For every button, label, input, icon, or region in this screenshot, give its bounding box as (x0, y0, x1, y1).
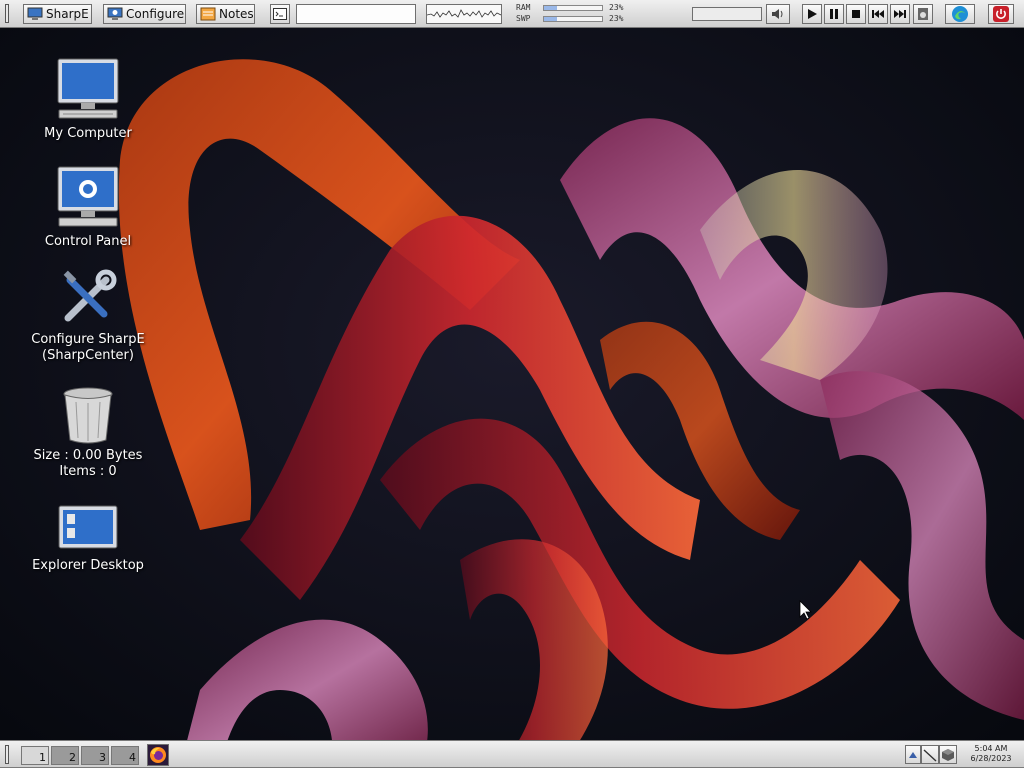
terminal-icon (273, 8, 287, 20)
control-panel-label: Control Panel (44, 234, 132, 249)
configure-label: Configure (126, 7, 185, 21)
configure-sharpe-sublabel: (SharpCenter) (42, 348, 134, 363)
desktop-icon-my-computer[interactable]: My Computer (23, 56, 153, 142)
clock[interactable]: 5:04 AM 6/28/2023 (966, 744, 1016, 764)
tray-expand-button[interactable] (905, 745, 921, 764)
next-icon (894, 10, 906, 18)
my-computer-label: My Computer (44, 126, 132, 141)
swp-label: SWP (516, 14, 531, 23)
firefox-button[interactable] (147, 744, 169, 766)
notes-icon (200, 7, 216, 21)
power-button[interactable] (988, 4, 1014, 24)
tray-app-button[interactable] (939, 745, 957, 764)
workspace-1[interactable]: 1 (21, 746, 49, 765)
play-icon (808, 9, 817, 19)
workspace-3[interactable]: 3 (81, 746, 109, 765)
desktop-icon-control-panel[interactable]: Control Panel (23, 164, 153, 250)
network-icon (923, 748, 937, 762)
firefox-icon (150, 747, 166, 763)
bottom-taskbar: 1 2 3 4 5:04 AM 6/28/2023 (0, 740, 1024, 768)
control-panel-icon (57, 166, 119, 227)
computer-icon (27, 7, 43, 20)
notes-button[interactable]: Notes (196, 4, 255, 24)
ram-label: RAM (516, 3, 531, 12)
previous-icon (872, 10, 884, 18)
terminal-button[interactable] (270, 4, 290, 24)
cpu-graph-line (426, 9, 502, 18)
media-player-icon (918, 8, 928, 20)
sharpe-menu-label: SharpE (46, 7, 89, 21)
bottom-bar-grip[interactable] (5, 745, 9, 764)
recycle-bin-items: Items : 0 (59, 464, 117, 479)
desktop-icon-configure-sharpe[interactable]: Configure SharpE (SharpCenter) (23, 268, 153, 364)
stop-icon (852, 10, 860, 18)
cpu-graph (426, 4, 502, 24)
recycle-bin-icon (63, 387, 113, 444)
top-bar-grip[interactable] (5, 4, 9, 23)
sharpe-menu-button[interactable]: SharpE (23, 4, 92, 24)
configure-button[interactable]: Configure (103, 4, 186, 24)
notes-label: Notes (219, 7, 254, 21)
cube-icon (942, 748, 954, 761)
ram-meter-fill (544, 6, 558, 10)
pause-button[interactable] (824, 4, 844, 24)
power-icon (993, 6, 1009, 22)
play-button[interactable] (802, 4, 822, 24)
previous-button[interactable] (868, 4, 888, 24)
desktop-icon-explorer-desktop[interactable]: Explorer Desktop (23, 504, 153, 574)
workspace-2[interactable]: 2 (51, 746, 79, 765)
swp-meter-fill (544, 17, 558, 21)
mute-button[interactable] (766, 4, 790, 24)
desktop-icon-recycle-bin[interactable]: Size : 0.00 Bytes Items : 0 (23, 386, 153, 480)
recycle-bin-size: Size : 0.00 Bytes (33, 448, 143, 463)
next-button[interactable] (890, 4, 910, 24)
chevron-up-icon (909, 751, 917, 758)
ram-meter (543, 5, 603, 11)
tray-network-button[interactable] (921, 745, 939, 764)
speaker-icon (772, 9, 783, 19)
tools-icon (63, 269, 117, 322)
pause-icon (830, 9, 838, 19)
stop-button[interactable] (846, 4, 866, 24)
run-command-input[interactable] (296, 4, 416, 24)
media-player-button[interactable] (913, 4, 933, 24)
volume-slider[interactable] (692, 7, 762, 21)
swp-meter (543, 16, 603, 22)
explorer-desktop-label: Explorer Desktop (32, 558, 144, 573)
explorer-desktop-icon (58, 505, 118, 549)
desktop-wallpaper (0, 0, 1024, 768)
edge-browser-button[interactable] (945, 4, 975, 24)
clock-time: 5:04 AM (974, 744, 1008, 753)
control-panel-icon (107, 7, 123, 20)
ram-percent: 23% (609, 3, 624, 12)
my-computer-icon (57, 58, 119, 119)
edge-browser-icon (952, 6, 968, 22)
top-taskbar: SharpE Configure Notes RAM SWP 23% 23% (0, 0, 1024, 28)
configure-sharpe-label: Configure SharpE (31, 332, 145, 347)
workspace-4[interactable]: 4 (111, 746, 139, 765)
clock-date: 6/28/2023 (970, 754, 1012, 763)
swp-percent: 23% (609, 14, 624, 23)
